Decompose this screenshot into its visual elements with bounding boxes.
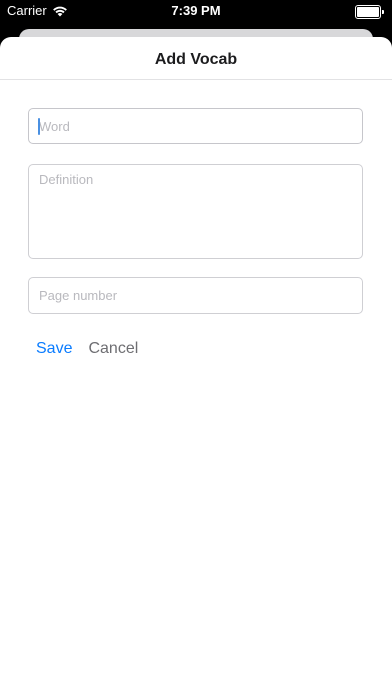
- page-title: Add Vocab: [154, 50, 238, 68]
- navigation-bar: Add Vocab: [0, 37, 392, 80]
- cancel-button[interactable]: Cancel: [88, 340, 138, 358]
- definition-input[interactable]: [28, 164, 363, 259]
- battery-level-fill: [357, 7, 379, 17]
- word-input[interactable]: [28, 108, 363, 144]
- status-time: 7:39 PM: [171, 3, 221, 18]
- battery-icon: [355, 5, 384, 19]
- text-cursor: [38, 118, 40, 135]
- app-screen: Carrier 7:39 PM Add Vocab Save Can: [0, 0, 392, 696]
- save-button[interactable]: Save: [36, 340, 72, 358]
- page-number-input[interactable]: [28, 277, 363, 314]
- add-vocab-sheet: Add Vocab Save Cancel: [0, 37, 392, 696]
- form-actions: Save Cancel: [36, 340, 138, 358]
- status-bar: Carrier 7:39 PM: [0, 0, 392, 22]
